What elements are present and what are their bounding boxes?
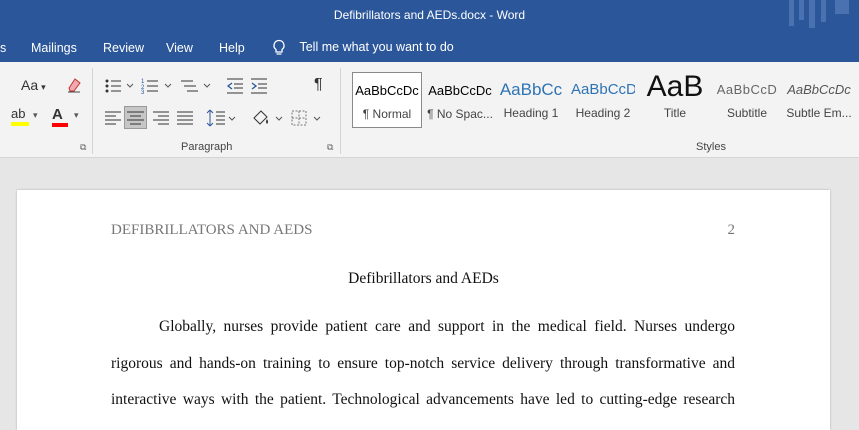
tab-help[interactable]: Help xyxy=(219,41,245,55)
chevron-down-icon[interactable]: ▾ xyxy=(33,110,38,121)
change-case-icon: Aa xyxy=(21,77,39,93)
align-left-icon[interactable] xyxy=(104,110,122,126)
lightbulb-icon xyxy=(273,39,285,55)
styles-group-label: Styles xyxy=(696,141,726,153)
show-hide-marks-icon[interactable]: ¶ xyxy=(314,76,323,94)
group-separator xyxy=(340,68,341,154)
style-name: Subtitle xyxy=(726,106,768,120)
justify-icon[interactable] xyxy=(176,110,194,126)
style-name: Subtle Em... xyxy=(786,106,852,120)
clear-formatting-icon[interactable] xyxy=(65,76,83,94)
running-header: DEFIBRILLATORS AND AEDS xyxy=(111,222,313,238)
paragraph-line: interactive ways with the patient. Techn… xyxy=(111,391,735,408)
chevron-down-icon[interactable]: ▾ xyxy=(74,110,79,121)
ribbon: Aa ▾ ab ▾ A ▾ ⧉ 1 2 3 ¶ Paragraph ⧉ AaBb… xyxy=(0,62,859,158)
page-number: 2 xyxy=(727,222,736,238)
tell-me-button[interactable]: Tell me what you want to do xyxy=(272,39,454,57)
style-sample: AaBbCcDc xyxy=(428,83,492,98)
style-name: Title xyxy=(663,106,687,120)
highlight-color-swatch xyxy=(11,122,29,126)
style-sample: AaBbCcDc xyxy=(355,83,419,98)
document-page[interactable]: DEFIBRILLATORS AND AEDS 2 Defibrillators… xyxy=(17,190,830,430)
paragraph-line: Globally, nurses provide patient care an… xyxy=(159,318,735,335)
shading-button[interactable] xyxy=(251,108,283,128)
paragraph-group-label: Paragraph xyxy=(181,141,233,153)
multilevel-list-button[interactable] xyxy=(180,77,212,95)
style-sample: AaBbCcD xyxy=(571,81,635,98)
style-name: ¶ No Spac... xyxy=(427,107,493,121)
increase-indent-icon[interactable] xyxy=(250,77,268,95)
tab-review[interactable]: Review xyxy=(103,41,144,55)
tab-mailings[interactable]: Mailings xyxy=(31,41,77,55)
align-center-button[interactable] xyxy=(124,106,147,129)
style-subtle-emphasis[interactable]: AaBbCcDc Subtle Em... xyxy=(786,72,852,128)
font-dialog-launcher-icon[interactable]: ⧉ xyxy=(80,142,86,153)
style-name: Heading 1 xyxy=(503,106,559,120)
title-bar: Defibrillators and AEDs.docx - Word xyxy=(0,0,859,34)
align-center-icon xyxy=(127,111,144,125)
style-normal[interactable]: AaBbCcDc ¶ Normal xyxy=(352,72,422,128)
bullets-button[interactable] xyxy=(104,77,136,95)
style-heading-2[interactable]: AaBbCcD Heading 2 xyxy=(571,72,635,128)
style-title[interactable]: AaB Title xyxy=(642,72,708,128)
style-sample: AaB xyxy=(646,72,704,103)
style-subtitle[interactable]: AaBbCcD Subtitle xyxy=(714,72,780,128)
title-bar-decoration xyxy=(789,0,849,28)
line-spacing-button[interactable] xyxy=(206,108,236,128)
chevron-down-icon: ▾ xyxy=(41,82,46,92)
tab-view[interactable]: View xyxy=(166,41,193,55)
style-sample: AaBbCcDc xyxy=(787,82,851,97)
style-name: ¶ Normal xyxy=(362,107,412,121)
style-heading-1[interactable]: AaBbCc Heading 1 xyxy=(499,72,563,128)
tell-me-label: Tell me what you want to do xyxy=(299,40,454,55)
style-no-spacing[interactable]: AaBbCcDc ¶ No Spac... xyxy=(426,72,494,128)
font-color-swatch xyxy=(52,123,68,127)
font-color-icon: A xyxy=(52,106,63,123)
style-name: Heading 2 xyxy=(575,106,631,120)
highlight-icon: ab xyxy=(11,106,26,121)
paragraph-dialog-launcher-icon[interactable]: ⧉ xyxy=(327,142,333,153)
style-sample: AaBbCc xyxy=(499,80,563,99)
group-separator xyxy=(92,68,93,154)
style-sample: AaBbCcD xyxy=(716,82,778,97)
svg-text:3: 3 xyxy=(141,90,145,95)
borders-button[interactable] xyxy=(290,108,322,128)
align-right-icon[interactable] xyxy=(152,110,170,126)
change-case-button[interactable]: Aa ▾ xyxy=(21,77,46,93)
decrease-indent-icon[interactable] xyxy=(226,77,244,95)
tab-layout-partial[interactable]: s xyxy=(0,41,6,55)
window-title: Defibrillators and AEDs.docx - Word xyxy=(333,8,526,22)
numbering-button[interactable]: 1 2 3 xyxy=(141,77,175,95)
font-color-button[interactable]: A xyxy=(52,106,68,127)
paragraph-line: rigorous and hands-on training to ensure… xyxy=(111,355,735,372)
document-title: Defibrillators and AEDs xyxy=(348,270,499,287)
ribbon-tabs: s Mailings Review View Help Tell me what… xyxy=(0,34,859,62)
highlight-button[interactable]: ab xyxy=(11,106,29,126)
